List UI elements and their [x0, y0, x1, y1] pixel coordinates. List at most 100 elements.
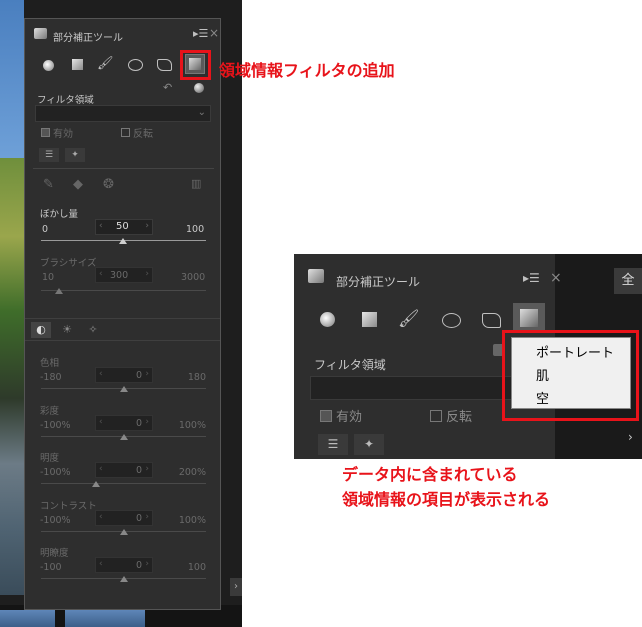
undo-icon[interactable]: ↶: [163, 81, 172, 94]
increment-icon[interactable]: ›: [145, 559, 149, 569]
circle-gradient-tool-icon[interactable]: [43, 60, 54, 71]
add-brush-icon[interactable]: ✎: [43, 177, 54, 192]
fill-icon[interactable]: ❂: [103, 177, 114, 192]
brush-slider-track[interactable]: [41, 290, 206, 291]
area-info-filter-button[interactable]: [513, 303, 545, 333]
blur-value-field[interactable]: ‹ 50 ›: [95, 219, 153, 235]
thumbnail[interactable]: [0, 610, 55, 627]
annotation-menu-line2: 領域情報の項目が表示される: [342, 490, 551, 509]
adjust-value: 0: [136, 417, 143, 429]
annotation-menu-line1: データ内に含まれている: [342, 465, 518, 484]
rectangle-tool-icon[interactable]: [72, 59, 83, 70]
adjust-min: -180: [40, 372, 62, 383]
ellipse-tool-icon[interactable]: [128, 59, 143, 71]
blur-min: 0: [42, 224, 49, 235]
blur-max: 100: [186, 224, 205, 235]
brush-tool-icon[interactable]: 🖌: [398, 309, 420, 329]
decrement-icon[interactable]: ‹: [99, 417, 103, 427]
invert-checkbox[interactable]: [430, 410, 442, 422]
adjust-max: 180: [187, 372, 206, 383]
divider: [25, 340, 220, 341]
filter-area-select[interactable]: ⌄: [35, 105, 211, 122]
adjust-slider-thumb[interactable]: [119, 528, 128, 535]
adjust-max: 100%: [178, 419, 206, 431]
brush-size-field[interactable]: ‹ 300 ›: [95, 267, 153, 283]
increment-icon[interactable]: ›: [145, 269, 149, 279]
sliders-icon[interactable]: ☰: [318, 434, 348, 455]
filter-area-label: フィルタ領域: [314, 358, 386, 372]
adjust-value: 0: [136, 370, 143, 381]
adjust-value-field[interactable]: ‹ 0 ›: [95, 509, 153, 526]
polygon-tool-icon[interactable]: [482, 313, 501, 328]
zoom-panel-title: 部分補正ツール: [336, 275, 421, 289]
blur-slider-thumb[interactable]: [119, 238, 127, 244]
auto-mask-icon[interactable]: ✦: [354, 434, 384, 455]
adjust-slider-thumb[interactable]: [119, 386, 128, 392]
decrement-icon[interactable]: ‹: [99, 269, 103, 279]
adjust-label: 明度: [40, 453, 60, 464]
tab-color-icon[interactable]: ◐: [31, 322, 51, 338]
decrement-icon[interactable]: ‹: [99, 559, 103, 569]
adjust-value: 0: [136, 512, 143, 524]
adjust-label: 彩度: [40, 405, 60, 417]
scroll-right-icon[interactable]: ›: [628, 430, 633, 444]
adjust-value-field[interactable]: ‹ 0 ›: [95, 367, 153, 383]
brush-size-label: ブラシサイズ: [40, 258, 97, 269]
adjust-slider-thumb[interactable]: [91, 481, 100, 487]
mask-preview-icon[interactable]: [194, 83, 204, 93]
sliders-icon[interactable]: ☰: [39, 148, 59, 162]
filter-area-label: フィルタ領域: [37, 95, 94, 106]
decrement-icon[interactable]: ‹: [99, 464, 103, 474]
increment-icon[interactable]: ›: [145, 464, 149, 474]
thumbnail[interactable]: [65, 610, 145, 627]
adjust-max: 200%: [178, 467, 206, 478]
increment-icon[interactable]: ›: [145, 512, 149, 522]
enabled-checkbox[interactable]: [41, 128, 50, 137]
adjust-min: -100: [40, 562, 62, 573]
adjust-value-field[interactable]: ‹ 0 ›: [95, 462, 153, 478]
invert-checkbox[interactable]: [121, 128, 130, 137]
panel-menu-icon[interactable]: ▸☰: [523, 271, 540, 285]
corner-label: 全: [614, 268, 642, 294]
trash-icon[interactable]: ▥: [191, 177, 201, 190]
photo-sky: [0, 0, 24, 158]
highlight-box: [180, 50, 211, 80]
auto-mask-icon[interactable]: ✦: [65, 148, 85, 162]
eraser-icon[interactable]: ◆: [73, 177, 83, 192]
rectangle-tool-icon[interactable]: [362, 312, 377, 327]
enabled-label: 有効: [336, 410, 363, 425]
decrement-icon[interactable]: ‹: [99, 221, 103, 231]
adjust-value-field[interactable]: ‹ 0 ›: [95, 557, 153, 573]
adjust-slider-thumb[interactable]: [119, 433, 128, 440]
close-icon[interactable]: ×: [550, 270, 562, 286]
increment-icon[interactable]: ›: [145, 369, 149, 379]
enabled-checkbox[interactable]: [320, 410, 332, 422]
increment-icon[interactable]: ›: [145, 417, 149, 427]
ellipse-tool-icon[interactable]: [442, 313, 461, 328]
brush-tool-icon[interactable]: 🖌: [97, 56, 114, 71]
photo-preview: [0, 158, 24, 595]
adjust-value-field[interactable]: ‹ 0 ›: [95, 414, 153, 431]
increment-icon[interactable]: ›: [145, 221, 149, 231]
scroll-right-icon[interactable]: ›: [230, 578, 242, 596]
tab-detail-icon[interactable]: ✧: [83, 322, 103, 338]
enabled-label: 有効: [53, 129, 73, 140]
tab-brightness-icon[interactable]: ☀: [57, 322, 77, 338]
adjust-value: 0: [136, 465, 143, 476]
adjust-label: 明瞭度: [40, 548, 69, 559]
decrement-icon[interactable]: ‹: [99, 369, 103, 379]
circle-gradient-tool-icon[interactable]: [320, 312, 335, 327]
close-icon[interactable]: ×: [209, 26, 219, 40]
invert-label: 反転: [133, 129, 153, 140]
decrement-icon[interactable]: ‹: [99, 512, 103, 522]
brush-size-max: 3000: [181, 272, 206, 283]
polygon-tool-icon[interactable]: [157, 59, 172, 71]
adjust-min: -100%: [40, 467, 71, 478]
panel-menu-icon[interactable]: ▸☰: [193, 27, 208, 40]
adjust-label: コントラスト: [40, 500, 97, 512]
brush-size-min: 10: [42, 272, 55, 283]
adjust-slider-track[interactable]: [41, 483, 206, 484]
adjust-slider-thumb[interactable]: [119, 576, 128, 582]
brush-slider-thumb[interactable]: [55, 288, 63, 294]
invert-label: 反転: [446, 410, 473, 425]
